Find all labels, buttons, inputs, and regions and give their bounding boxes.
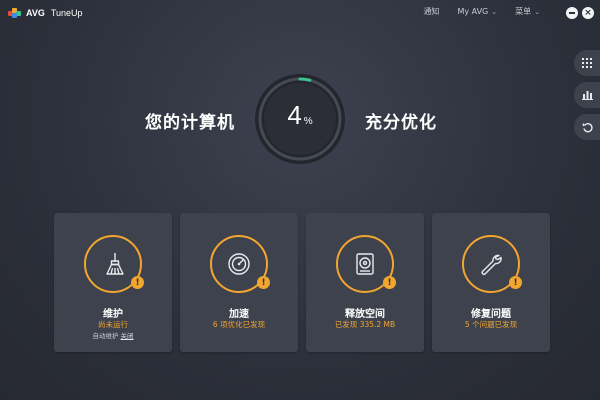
card-title: 修复问题 — [471, 309, 511, 320]
fix-problems-icon-ring: ! — [462, 235, 522, 293]
speed-up-icon-ring: ! — [210, 235, 270, 293]
auto-maintenance-line: 自动维护 关闭 — [54, 330, 172, 340]
card-status: 6 项优化已发现 — [212, 320, 266, 329]
speed-up-card[interactable]: ! 加速 6 项优化已发现 — [180, 213, 298, 352]
auto-maintenance-toggle-link[interactable]: 关闭 — [121, 332, 134, 340]
warning-icon: ! — [509, 276, 522, 289]
avg-logo-icon — [8, 8, 22, 18]
free-up-space-icon-ring: ! — [336, 235, 396, 293]
notifications-label: 通知 — [423, 7, 440, 16]
notifications-link[interactable]: 通知 — [423, 6, 439, 17]
gauge-value: 4% — [253, 100, 347, 131]
broom-icon — [106, 253, 124, 275]
my-avg-menu[interactable]: My AVG ⌄ — [457, 6, 497, 17]
card-title: 加速 — [229, 309, 249, 320]
fix-problems-card[interactable]: ! 修复问题 5 个问题已发现 — [432, 213, 550, 352]
grid-icon — [582, 58, 592, 68]
warning-icon: ! — [131, 276, 144, 289]
title-bar: AVG TuneUp 通知 My AVG ⌄ 菜单 ⌄ × — [0, 0, 600, 26]
warning-icon: ! — [257, 276, 270, 289]
hero-left-text: 您的计算机 — [145, 113, 235, 133]
hard-drive-icon — [356, 253, 374, 275]
menu-label: 菜单 — [515, 7, 532, 16]
optimization-hero: 您的计算机 4% 充分优化 — [0, 70, 600, 170]
progress-number: 4 — [287, 100, 302, 130]
chevron-down-icon: ⌄ — [534, 7, 540, 16]
auto-maintenance-label: 自动维护 — [92, 332, 119, 340]
minimize-button[interactable] — [566, 7, 578, 19]
maintenance-card[interactable]: ! 维护 尚未运行 自动维护 关闭 — [54, 213, 172, 352]
optimization-gauge: 4% — [253, 72, 347, 166]
product-name: TuneUp — [50, 8, 83, 18]
maintenance-icon-ring: ! — [84, 235, 144, 293]
close-icon: × — [584, 7, 592, 18]
top-nav: 通知 My AVG ⌄ 菜单 ⌄ — [423, 6, 540, 17]
wrench-icon — [481, 254, 502, 275]
main-menu[interactable]: 菜单 ⌄ — [515, 6, 540, 17]
category-cards: ! 维护 尚未运行 自动维护 关闭 ! 加速 6 项优化已发现 ! 释放空间 已… — [54, 213, 550, 352]
hero-right-text: 充分优化 — [365, 113, 437, 133]
app-logo: AVG TuneUp — [8, 8, 83, 18]
card-status: 已发现 335.2 MB — [334, 320, 396, 329]
card-status: 尚未运行 — [98, 320, 128, 329]
card-title: 维护 — [103, 309, 123, 320]
warning-icon: ! — [383, 276, 396, 289]
brand-name: AVG — [26, 8, 45, 18]
chevron-down-icon: ⌄ — [491, 7, 498, 16]
speedometer-icon — [228, 253, 250, 275]
free-up-space-card[interactable]: ! 释放空间 已发现 335.2 MB — [306, 213, 424, 352]
close-button[interactable]: × — [582, 7, 594, 19]
card-title: 释放空间 — [345, 309, 385, 320]
my-avg-label: My AVG — [457, 7, 489, 16]
card-status: 5 个问题已发现 — [464, 320, 518, 329]
progress-unit: % — [303, 116, 313, 127]
minimize-icon — [569, 12, 575, 14]
